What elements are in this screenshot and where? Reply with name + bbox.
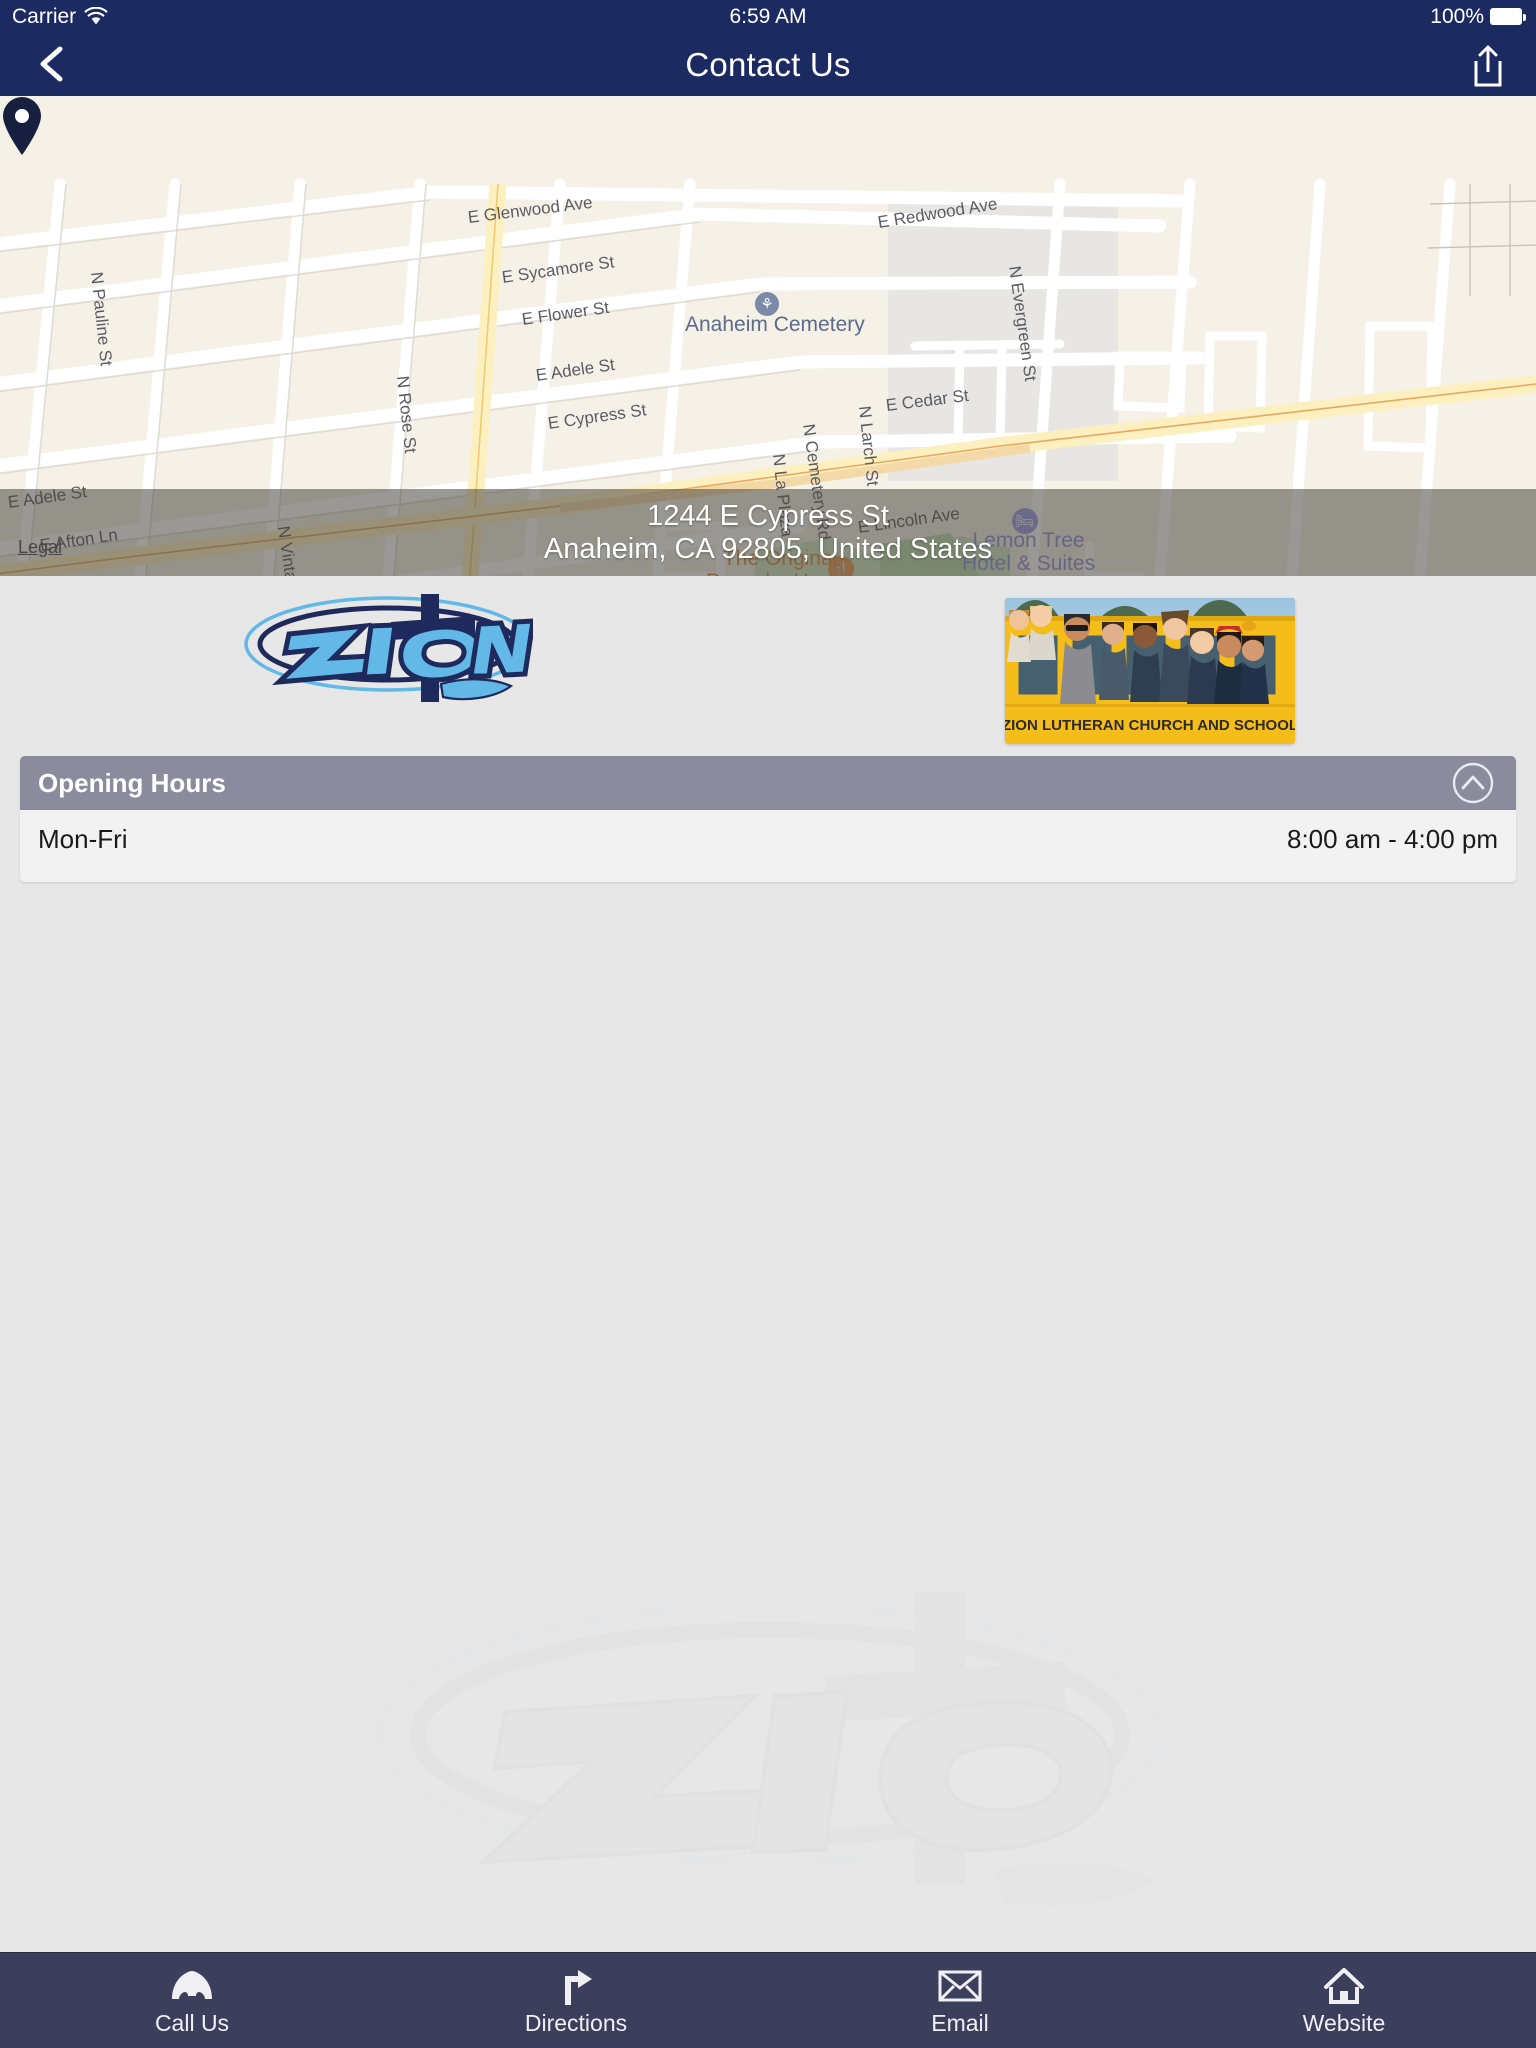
tab-label: Email (931, 2010, 989, 2036)
status-bar: Carrier 6:59 AM 100% (0, 0, 1536, 33)
page-title: Contact Us (685, 46, 851, 83)
tab-website[interactable]: Website (1152, 1953, 1536, 2048)
status-bar-clock: 6:59 AM (729, 4, 807, 28)
tab-label: Call Us (154, 2010, 230, 2036)
navigation-bar: Contact Us (0, 33, 1536, 96)
brand-row: ZION LUTHERAN CHURCH AND SCHOOL (0, 576, 1536, 744)
tab-label: Directions (524, 2010, 628, 2036)
map-view[interactable]: E Glenwood Ave E Sycamore St E Flower St… (0, 96, 1536, 576)
tab-email[interactable]: Email (768, 1953, 1152, 2048)
home-icon (1323, 1964, 1365, 2008)
content-area: ZION LUTHERAN CHURCH AND SCHOOL Opening … (0, 576, 1536, 1952)
opening-hours-time: 8:00 am - 4:00 pm (1287, 823, 1498, 854)
opening-hours-title: Opening Hours (38, 767, 226, 798)
bus-photo-caption: ZION LUTHERAN CHURCH AND SCHOOL (1005, 717, 1295, 734)
opening-hours-card: Opening Hours Mon-Fri 8:00 am - 4:00 pm (20, 756, 1516, 882)
share-button[interactable] (1466, 43, 1510, 89)
zion-lions-watermark (376, 1592, 1164, 1907)
opening-hours-row: Mon-Fri 8:00 am - 4:00 pm (20, 810, 1516, 868)
bottom-tab-bar: Call Us Directions Email Website (0, 1952, 1536, 2048)
address-overlay: 1244 E Cypress St Anaheim, CA 92805, Uni… (0, 489, 1536, 576)
opening-hours-header[interactable]: Opening Hours (20, 756, 1516, 810)
card-bottom-padding (20, 868, 1516, 882)
map-pin-icon (3, 97, 41, 155)
battery-percent-label: 100% (1430, 4, 1484, 28)
tab-call-us[interactable]: Call Us (0, 1953, 384, 2048)
phone-icon (169, 1964, 215, 2008)
zion-lions-logo (244, 594, 533, 702)
opening-hours-days: Mon-Fri (38, 823, 128, 854)
status-bar-right: 100% (1430, 4, 1526, 29)
share-icon (1474, 45, 1502, 87)
address-line-1: 1244 E Cypress St (647, 500, 889, 533)
cemetery-icon: ⚘ (755, 292, 779, 316)
contact-us-screen: Carrier 6:59 AM 100% Contact Us E Glenwo… (0, 0, 1536, 2048)
tab-label: Website (1302, 2010, 1386, 2036)
turn-right-arrow-icon (556, 1964, 596, 2008)
address-line-2: Anaheim, CA 92805, United States (543, 532, 993, 565)
tab-directions[interactable]: Directions (384, 1953, 768, 2048)
school-bus-children-photo: ZION LUTHERAN CHURCH AND SCHOOL (1005, 598, 1295, 744)
chevron-up-circle-icon[interactable] (1452, 762, 1494, 804)
envelope-icon (938, 1964, 982, 2008)
battery-full-icon (1490, 8, 1526, 25)
